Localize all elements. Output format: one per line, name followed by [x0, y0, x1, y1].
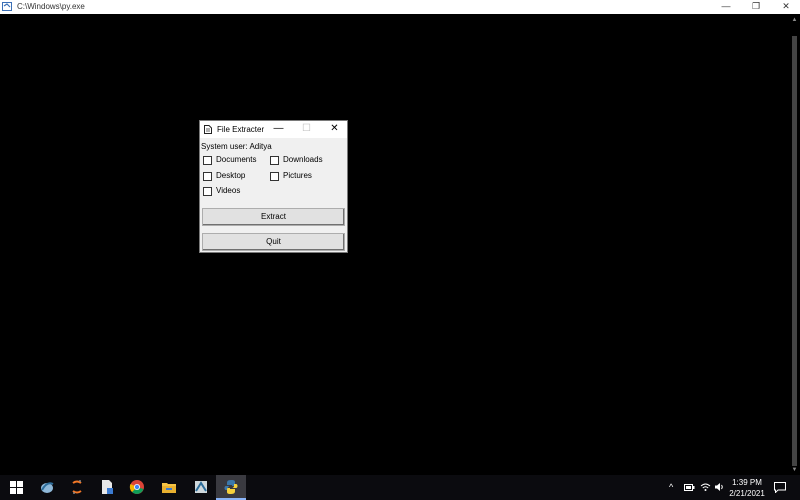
taskbar-app-2[interactable]: [62, 475, 92, 500]
scrollbar-thumb[interactable]: [792, 36, 797, 466]
battery-icon[interactable]: [684, 483, 695, 492]
console-restore-button[interactable]: ❐: [742, 0, 770, 14]
dialog-minimize-button[interactable]: —: [266, 121, 291, 138]
checkbox-label[interactable]: Pictures: [283, 171, 312, 181]
dialog-maximize-button: ☐: [302, 123, 311, 134]
checkbox-box[interactable]: [270, 172, 279, 181]
console-app-icon: [2, 2, 12, 11]
taskbar-app-chrome[interactable]: [122, 475, 152, 500]
clock-date: 2/21/2021: [729, 489, 765, 498]
dialog-app-icon: [204, 125, 212, 134]
checkbox-label[interactable]: Downloads: [283, 155, 323, 165]
wifi-icon[interactable]: [700, 482, 711, 492]
quit-button[interactable]: Quit: [202, 233, 345, 251]
program-icon-2: [72, 480, 82, 494]
checkbox-box[interactable]: [203, 172, 212, 181]
taskbar-app-explorer[interactable]: [154, 475, 184, 500]
taskbar-app-1[interactable]: [32, 475, 62, 500]
program-icon-1: [41, 482, 54, 493]
clock-time: 1:39 PM: [732, 478, 762, 487]
console-minimize-button[interactable]: —: [712, 0, 740, 14]
scroll-down-icon[interactable]: ▼: [791, 466, 798, 474]
dialog-title-bar[interactable]: File Extracter — ☐ ✕: [200, 121, 347, 138]
checkbox-box[interactable]: [203, 187, 212, 196]
extract-button[interactable]: Extract: [202, 208, 345, 226]
console-title-bar[interactable]: C:\Windows\py.exe — ❐ ✕: [0, 0, 800, 14]
taskbar-app-3[interactable]: [92, 475, 122, 500]
checkbox-label[interactable]: Desktop: [216, 171, 245, 181]
start-button[interactable]: [2, 475, 32, 500]
taskbar-app-4[interactable]: [186, 475, 216, 500]
document-icon: [102, 480, 113, 494]
taskbar: ^ 1:39 PM 2/21/2021: [0, 475, 800, 500]
dialog-title: File Extracter: [217, 125, 265, 134]
file-explorer-icon: [162, 483, 176, 493]
tray-overflow-chevron[interactable]: ^: [669, 481, 673, 493]
console-close-button[interactable]: ✕: [772, 0, 800, 14]
python-icon: [224, 480, 238, 494]
scroll-up-icon[interactable]: ▲: [791, 16, 798, 24]
system-user-label: System user: Aditya: [201, 142, 272, 151]
taskbar-app-python[interactable]: [216, 475, 246, 500]
clock[interactable]: 1:39 PM 2/21/2021: [724, 477, 770, 499]
console-title: C:\Windows\py.exe: [17, 2, 85, 11]
chrome-icon: [129, 480, 144, 494]
checkbox-label[interactable]: Videos: [216, 186, 240, 196]
checkbox-box[interactable]: [270, 156, 279, 165]
console-scrollbar[interactable]: ▲ ▼: [789, 14, 800, 475]
start-icon: [10, 481, 23, 494]
checkbox-box[interactable]: [203, 156, 212, 165]
checkbox-label[interactable]: Documents: [216, 155, 256, 165]
notifications-icon[interactable]: [774, 482, 786, 493]
program-icon-3: [195, 481, 207, 493]
dialog-close-button[interactable]: ✕: [322, 121, 347, 138]
file-extracter-dialog: File Extracter — ☐ ✕ System user: Aditya…: [199, 120, 348, 253]
